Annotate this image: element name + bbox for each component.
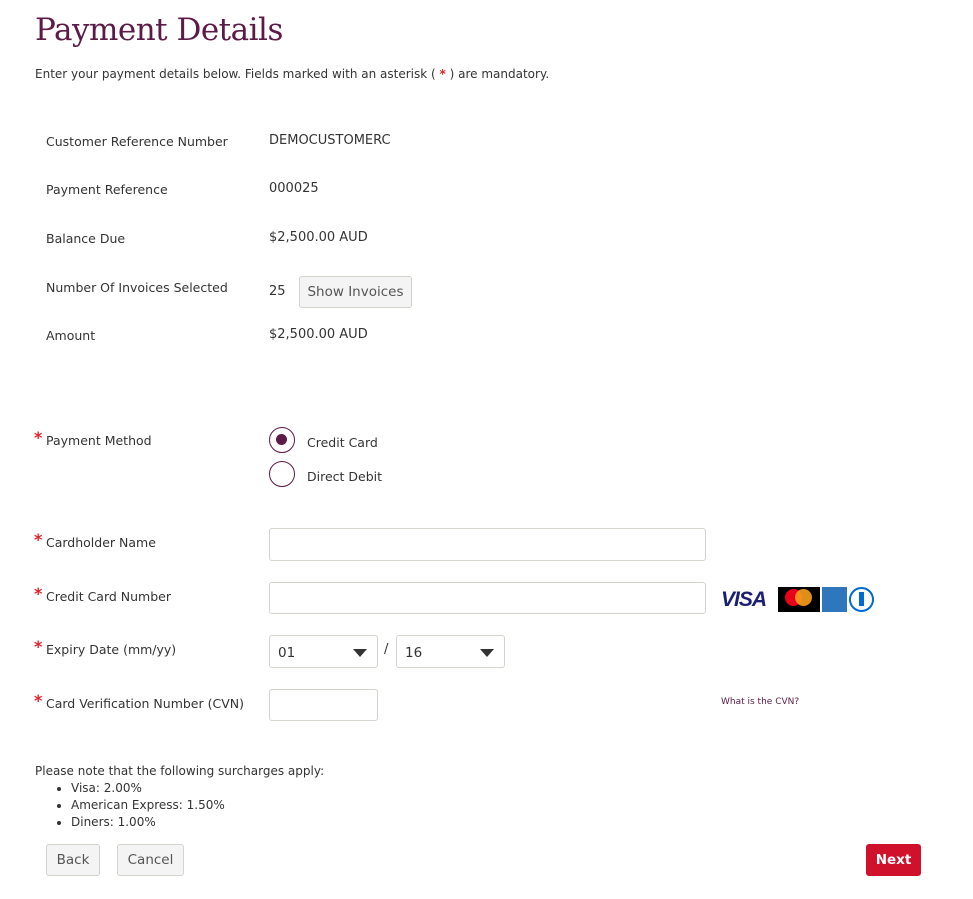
diners-icon — [849, 587, 874, 612]
what-is-cvn-link[interactable]: What is the CVN? — [721, 697, 799, 707]
customer-ref-value: DEMOCUSTOMERC — [269, 133, 391, 148]
invoices-value: 25 — [269, 284, 286, 299]
payment-ref-value: 000025 — [269, 181, 319, 196]
expiry-label: Expiry Date (mm/yy) — [46, 642, 177, 657]
show-invoices-button[interactable]: Show Invoices — [299, 276, 412, 308]
surcharge-item: American Express: 1.50% — [71, 797, 225, 814]
expiry-month-select[interactable]: 01 — [269, 635, 378, 668]
required-asterisk: * — [439, 67, 446, 81]
card-number-input[interactable] — [269, 582, 706, 614]
intro-text: Enter your payment details below. Fields… — [35, 67, 549, 81]
invoices-label: Number Of Invoices Selected — [46, 280, 228, 295]
required-asterisk: * — [34, 530, 43, 549]
balance-label: Balance Due — [46, 231, 126, 246]
credit-card-option-label[interactable]: Credit Card — [307, 435, 378, 450]
cvn-input[interactable] — [269, 689, 378, 721]
payment-ref-label: Payment Reference — [46, 182, 168, 197]
visa-icon: VISA — [721, 588, 767, 611]
expiry-separator: / — [384, 642, 389, 657]
balance-value: $2,500.00 AUD — [269, 230, 368, 245]
radio-direct-debit[interactable] — [269, 461, 295, 487]
card-number-label: Credit Card Number — [46, 589, 171, 604]
expiry-year-value: 16 — [405, 645, 423, 661]
radio-selected-dot — [276, 434, 287, 445]
amount-value: $2,500.00 AUD — [269, 327, 368, 342]
required-asterisk: * — [34, 691, 43, 710]
required-asterisk: * — [34, 428, 43, 447]
cardholder-label: Cardholder Name — [46, 535, 156, 550]
surcharge-item: Diners: 1.00% — [71, 814, 225, 831]
surcharge-intro: Please note that the following surcharge… — [35, 764, 325, 778]
cvn-label: Card Verification Number (CVN) — [46, 696, 244, 711]
chevron-down-icon — [480, 649, 494, 657]
next-button[interactable]: Next — [866, 844, 921, 876]
required-asterisk: * — [34, 637, 43, 656]
expiry-year-select[interactable]: 16 — [396, 635, 505, 668]
page-title: Payment Details — [35, 12, 283, 48]
customer-ref-label: Customer Reference Number — [46, 134, 228, 149]
cancel-button[interactable]: Cancel — [117, 844, 184, 876]
intro-before: Enter your payment details below. Fields… — [35, 67, 436, 81]
payment-method-label: Payment Method — [46, 433, 152, 448]
direct-debit-option-label[interactable]: Direct Debit — [307, 469, 382, 484]
back-button[interactable]: Back — [46, 844, 100, 876]
intro-after: ) are mandatory. — [449, 67, 550, 81]
surcharge-list: Visa: 2.00% American Express: 1.50% Dine… — [35, 780, 225, 831]
amount-label: Amount — [46, 328, 96, 343]
mastercard-icon — [778, 587, 820, 612]
expiry-month-value: 01 — [278, 645, 296, 661]
chevron-down-icon — [353, 649, 367, 657]
required-asterisk: * — [34, 584, 43, 603]
radio-credit-card[interactable] — [269, 427, 295, 453]
surcharge-item: Visa: 2.00% — [71, 780, 225, 797]
amex-icon — [822, 587, 847, 612]
cardholder-name-input[interactable] — [269, 528, 706, 561]
